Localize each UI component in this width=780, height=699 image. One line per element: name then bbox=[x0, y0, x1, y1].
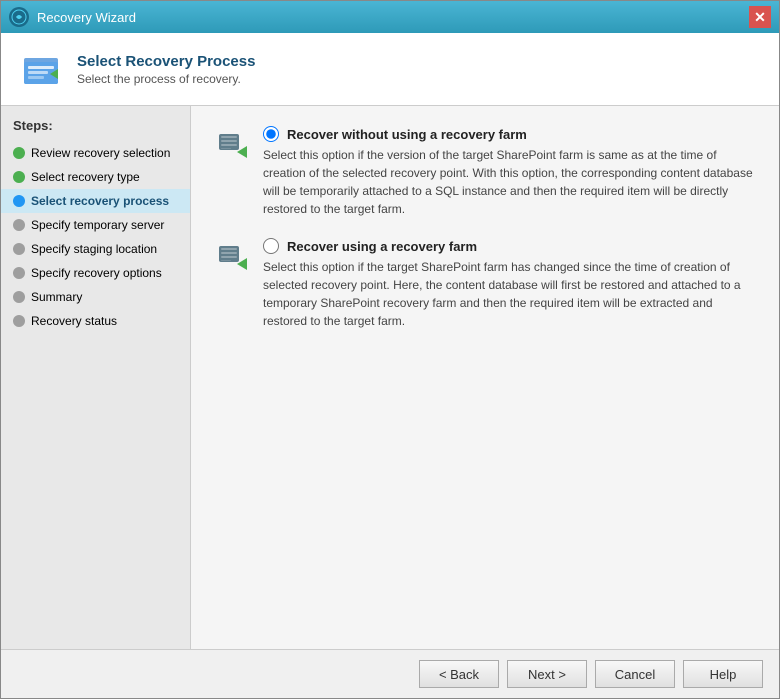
title-bar-left: Recovery Wizard bbox=[9, 7, 136, 27]
back-button[interactable]: < Back bbox=[419, 660, 499, 688]
option-desc-without-farm: Select this option if the version of the… bbox=[263, 146, 755, 218]
cancel-button[interactable]: Cancel bbox=[595, 660, 675, 688]
option-row-using-farm: Recover using a recovery farm Select thi… bbox=[215, 238, 755, 330]
close-button[interactable]: ✕ bbox=[749, 6, 771, 28]
sidebar-item-label: Select recovery process bbox=[31, 194, 169, 208]
main-content: Steps: Review recovery selection Select … bbox=[1, 106, 779, 649]
steps-label: Steps: bbox=[1, 118, 190, 141]
sidebar-item-label: Recovery status bbox=[31, 314, 117, 328]
content-area: Recover without using a recovery farm Se… bbox=[191, 106, 779, 649]
window-title: Recovery Wizard bbox=[37, 10, 136, 25]
radio-using-farm[interactable] bbox=[263, 238, 279, 254]
dot-icon bbox=[13, 195, 25, 207]
title-bar: Recovery Wizard ✕ bbox=[1, 1, 779, 33]
header-icon bbox=[17, 45, 65, 93]
dot-icon bbox=[13, 219, 25, 231]
option-content-without-farm: Recover without using a recovery farm Se… bbox=[263, 126, 755, 218]
dot-icon bbox=[13, 147, 25, 159]
help-button[interactable]: Help bbox=[683, 660, 763, 688]
option-row-without-farm: Recover without using a recovery farm Se… bbox=[215, 126, 755, 218]
option-radio-row-without-farm: Recover without using a recovery farm bbox=[263, 126, 755, 142]
dot-icon bbox=[13, 291, 25, 303]
option-label-without-farm[interactable]: Recover without using a recovery farm bbox=[287, 127, 527, 142]
sidebar-item-select-recovery-type[interactable]: Select recovery type bbox=[1, 165, 190, 189]
option-desc-using-farm: Select this option if the target SharePo… bbox=[263, 258, 755, 330]
sidebar-item-label: Select recovery type bbox=[31, 170, 140, 184]
sidebar-item-label: Specify staging location bbox=[31, 242, 157, 256]
dot-icon bbox=[13, 243, 25, 255]
sidebar-item-recovery-status[interactable]: Recovery status bbox=[1, 309, 190, 333]
sidebar-item-specify-recovery-options[interactable]: Specify recovery options bbox=[1, 261, 190, 285]
sidebar-item-summary[interactable]: Summary bbox=[1, 285, 190, 309]
sidebar-item-label: Review recovery selection bbox=[31, 146, 170, 160]
option-icon-without-farm bbox=[215, 128, 251, 164]
radio-without-farm[interactable] bbox=[263, 126, 279, 142]
header-title: Select Recovery Process bbox=[77, 53, 255, 70]
dot-icon bbox=[13, 171, 25, 183]
sidebar-item-select-recovery-process[interactable]: Select recovery process bbox=[1, 189, 190, 213]
recovery-wizard-window: Recovery Wizard ✕ Select Recovery Proces… bbox=[0, 0, 780, 699]
header-subtitle: Select the process of recovery. bbox=[77, 72, 255, 86]
app-icon bbox=[9, 7, 29, 27]
dot-icon bbox=[13, 315, 25, 327]
sidebar-item-label: Specify recovery options bbox=[31, 266, 162, 280]
header-section: Select Recovery Process Select the proce… bbox=[1, 33, 779, 106]
dot-icon bbox=[13, 267, 25, 279]
footer: < Back Next > Cancel Help bbox=[1, 649, 779, 698]
sidebar-item-specify-staging-location[interactable]: Specify staging location bbox=[1, 237, 190, 261]
option-radio-row-using-farm: Recover using a recovery farm bbox=[263, 238, 755, 254]
option-content-using-farm: Recover using a recovery farm Select thi… bbox=[263, 238, 755, 330]
sidebar-item-review-recovery-selection[interactable]: Review recovery selection bbox=[1, 141, 190, 165]
sidebar: Steps: Review recovery selection Select … bbox=[1, 106, 191, 649]
sidebar-item-label: Specify temporary server bbox=[31, 218, 164, 232]
header-text: Select Recovery Process Select the proce… bbox=[77, 53, 255, 86]
option-icon-using-farm bbox=[215, 240, 251, 276]
sidebar-item-specify-temporary-server[interactable]: Specify temporary server bbox=[1, 213, 190, 237]
sidebar-item-label: Summary bbox=[31, 290, 82, 304]
next-button[interactable]: Next > bbox=[507, 660, 587, 688]
option-label-using-farm[interactable]: Recover using a recovery farm bbox=[287, 239, 477, 254]
